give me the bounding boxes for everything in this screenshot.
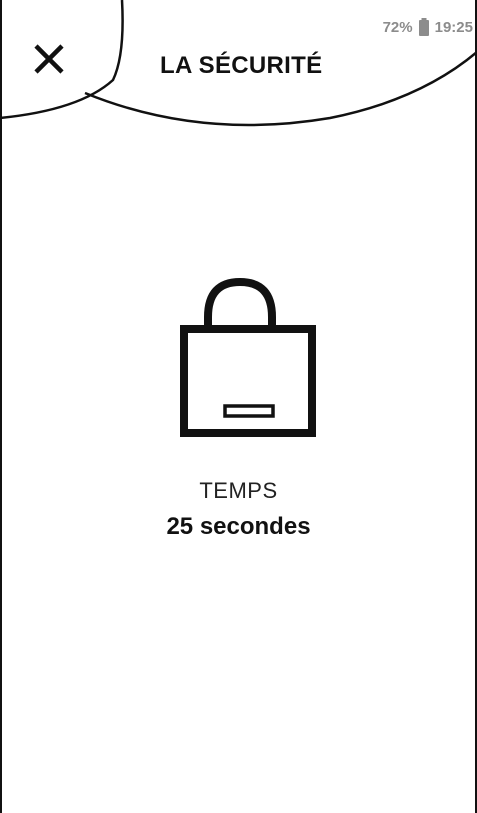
time-value: 25 secondes xyxy=(166,513,311,540)
battery-icon xyxy=(418,18,429,36)
unlocked-padlock-icon xyxy=(180,277,316,437)
page-title: LA SÉCURITÉ xyxy=(160,52,323,79)
security-screen: { "status_bar": { "battery": "72%", "tim… xyxy=(0,0,477,813)
close-icon[interactable] xyxy=(34,44,64,74)
battery-percentage: 72% xyxy=(382,18,413,36)
close-button[interactable] xyxy=(28,38,70,80)
status-time: 19:25 xyxy=(434,18,473,36)
status-bar: 72% 19:25 xyxy=(383,18,473,36)
time-label: TEMPS xyxy=(199,478,278,503)
